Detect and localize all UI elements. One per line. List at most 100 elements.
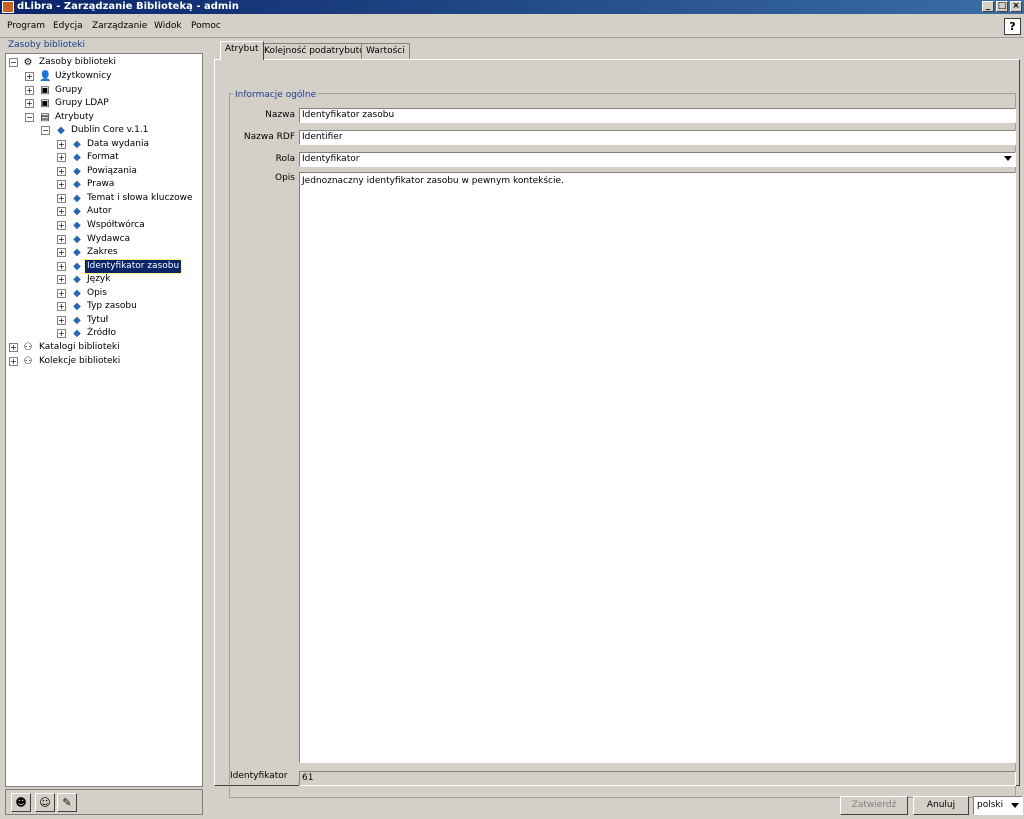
- rdf-name-label: Nazwa RDF: [243, 132, 295, 142]
- expand-icon[interactable]: +: [25, 72, 34, 81]
- expand-icon[interactable]: +: [57, 316, 66, 325]
- tree-node-attribute[interactable]: + ◆ Język: [6, 273, 202, 286]
- tree-node-dublin-core[interactable]: − ◆ Dublin Core v.1.1: [6, 124, 202, 137]
- attribute-icon: ◆: [73, 166, 81, 177]
- menu-widok[interactable]: Widok: [154, 21, 182, 32]
- users-icon: 👤: [39, 71, 52, 82]
- edit-user-icon[interactable]: ✎: [57, 793, 77, 812]
- close-button[interactable]: ×: [1010, 1, 1022, 12]
- expand-icon[interactable]: +: [57, 207, 66, 216]
- attribute-icon: ◆: [57, 125, 65, 136]
- tree-node-attribute[interactable]: + ◆ Format: [6, 151, 202, 164]
- expand-icon[interactable]: +: [57, 302, 66, 311]
- tree-node-attribute[interactable]: + ◆ Prawa: [6, 178, 202, 191]
- tree-node-attribute[interactable]: + ◆ Typ zasobu: [6, 300, 202, 313]
- expand-icon[interactable]: +: [57, 235, 66, 244]
- tree-node-attribute[interactable]: + ◆ Zakres: [6, 246, 202, 259]
- tree-node-attribute[interactable]: + ◆ Autor: [6, 205, 202, 218]
- expand-icon[interactable]: +: [57, 262, 66, 271]
- app-icon: [2, 1, 14, 13]
- attribute-icon: ◆: [73, 247, 81, 258]
- language-value: polski: [977, 800, 1004, 810]
- tree-node-attribute-selected[interactable]: + ◆ Identyfikator zasobu: [6, 259, 202, 274]
- chevron-down-icon[interactable]: [1004, 156, 1012, 161]
- tree-node-collections[interactable]: + ⚇ Kolekcje biblioteki: [6, 355, 202, 368]
- left-panel: − ⚙ Zasoby biblioteki + 👤 Użytkownicy + …: [3, 40, 206, 816]
- tab-atrybut[interactable]: Atrybut: [220, 41, 264, 60]
- attribute-icon: ◆: [73, 193, 81, 204]
- expand-icon[interactable]: +: [25, 99, 34, 108]
- tree-node-ldap-groups[interactable]: + ▣ Grupy LDAP: [6, 97, 202, 110]
- confirm-button[interactable]: Zatwierdź: [840, 796, 908, 815]
- role-dropdown[interactable]: Identyfikator: [299, 152, 1016, 167]
- tree-node-attribute[interactable]: + ◆ Źródło: [6, 327, 202, 340]
- menu-program[interactable]: Program: [7, 21, 45, 32]
- attribute-icon: ◆: [73, 220, 81, 231]
- tree-node-users[interactable]: + 👤 Użytkownicy: [6, 70, 202, 83]
- language-select[interactable]: polski: [973, 796, 1023, 815]
- tree-node-attribute[interactable]: + ◆ Data wydania: [6, 138, 202, 151]
- tree-node-attribute[interactable]: + ◆ Tytuł: [6, 314, 202, 327]
- attribute-icon: ◆: [73, 234, 81, 245]
- attribute-icon: ◆: [73, 139, 81, 150]
- ldap-group-icon: ▣: [40, 98, 50, 109]
- description-textarea[interactable]: Jednoznaczny identyfikator zasobu w pewn…: [299, 172, 1016, 763]
- menu-edycja[interactable]: Edycja: [53, 21, 83, 32]
- tree-node-attribute[interactable]: + ◆ Współtwórca: [6, 219, 202, 232]
- attribute-icon: ◆: [73, 288, 81, 299]
- rdf-name-field[interactable]: Identifier: [299, 130, 1016, 145]
- attribute-icon: ◆: [73, 261, 81, 272]
- tree-node-attributes[interactable]: − ▤ Atrybuty: [6, 111, 202, 124]
- resources-icon: ⚙: [23, 57, 33, 68]
- expand-icon[interactable]: +: [57, 248, 66, 257]
- tree-node-catalogs[interactable]: + ⚇ Katalogi biblioteki: [6, 341, 202, 354]
- tree-node-groups[interactable]: + ▣ Grupy: [6, 84, 202, 97]
- collapse-icon[interactable]: −: [25, 113, 34, 122]
- group-icon: ▣: [40, 85, 50, 96]
- tab-kolejnosc-podatrybutow[interactable]: Kolejność podatrybutów: [259, 43, 378, 60]
- general-info-group: Nazwa Identyfikator zasobu Nazwa RDF Ide…: [229, 93, 1016, 798]
- expand-icon[interactable]: +: [57, 329, 66, 338]
- expand-icon[interactable]: +: [57, 289, 66, 298]
- tree-node-attribute[interactable]: + ◆ Opis: [6, 287, 202, 300]
- cancel-button[interactable]: Anuluj: [913, 796, 969, 815]
- tree-node-attribute[interactable]: + ◆ Temat i słowa kluczowe: [6, 192, 202, 205]
- maximize-button[interactable]: □: [996, 1, 1008, 12]
- attribute-icon: ◆: [73, 179, 81, 190]
- context-help-icon[interactable]: ?: [1004, 18, 1021, 35]
- menu-pomoc[interactable]: Pomoc: [191, 21, 221, 32]
- expand-icon[interactable]: +: [57, 221, 66, 230]
- add-user-icon[interactable]: ☺: [35, 793, 55, 812]
- expand-icon[interactable]: +: [9, 357, 18, 366]
- expand-icon[interactable]: +: [57, 194, 66, 203]
- attribute-icon: ◆: [73, 301, 81, 312]
- expand-icon[interactable]: +: [57, 153, 66, 162]
- expand-icon[interactable]: +: [9, 343, 18, 352]
- role-selected-value: Identyfikator: [302, 154, 360, 164]
- tab-wartosci[interactable]: Wartości: [361, 43, 410, 60]
- tree-node-attribute[interactable]: + ◆ Wydawca: [6, 233, 202, 246]
- name-field[interactable]: Identyfikator zasobu: [299, 108, 1016, 123]
- title-bar: dLibra - Zarządzanie Biblioteką - admin …: [0, 0, 1024, 14]
- name-label: Nazwa: [265, 110, 295, 120]
- minimize-button[interactable]: _: [982, 1, 994, 12]
- tree-node-root[interactable]: − ⚙ Zasoby biblioteki: [6, 56, 202, 69]
- expand-icon[interactable]: +: [57, 275, 66, 284]
- window-title: dLibra - Zarządzanie Biblioteką - admin: [17, 1, 239, 12]
- menu-zarzadzanie[interactable]: Zarządzanie: [92, 21, 147, 32]
- description-label: Opis: [275, 173, 295, 183]
- tree-node-attribute[interactable]: + ◆ Powiązania: [6, 165, 202, 178]
- add-users-icon[interactable]: ☻: [11, 793, 31, 812]
- expand-icon[interactable]: +: [25, 86, 34, 95]
- collapse-icon[interactable]: −: [41, 126, 50, 135]
- resource-tree[interactable]: − ⚙ Zasoby biblioteki + 👤 Użytkownicy + …: [5, 53, 203, 787]
- attribute-icon: ◆: [73, 315, 81, 326]
- expand-icon[interactable]: +: [57, 140, 66, 149]
- chevron-down-icon[interactable]: [1011, 803, 1019, 808]
- expand-icon[interactable]: +: [57, 167, 66, 176]
- general-info-legend: Informacje ogólne: [233, 90, 319, 100]
- collapse-icon[interactable]: −: [9, 58, 18, 67]
- attribute-icon: ◆: [73, 328, 81, 339]
- expand-icon[interactable]: +: [57, 180, 66, 189]
- folder-icon: ▤: [40, 112, 50, 123]
